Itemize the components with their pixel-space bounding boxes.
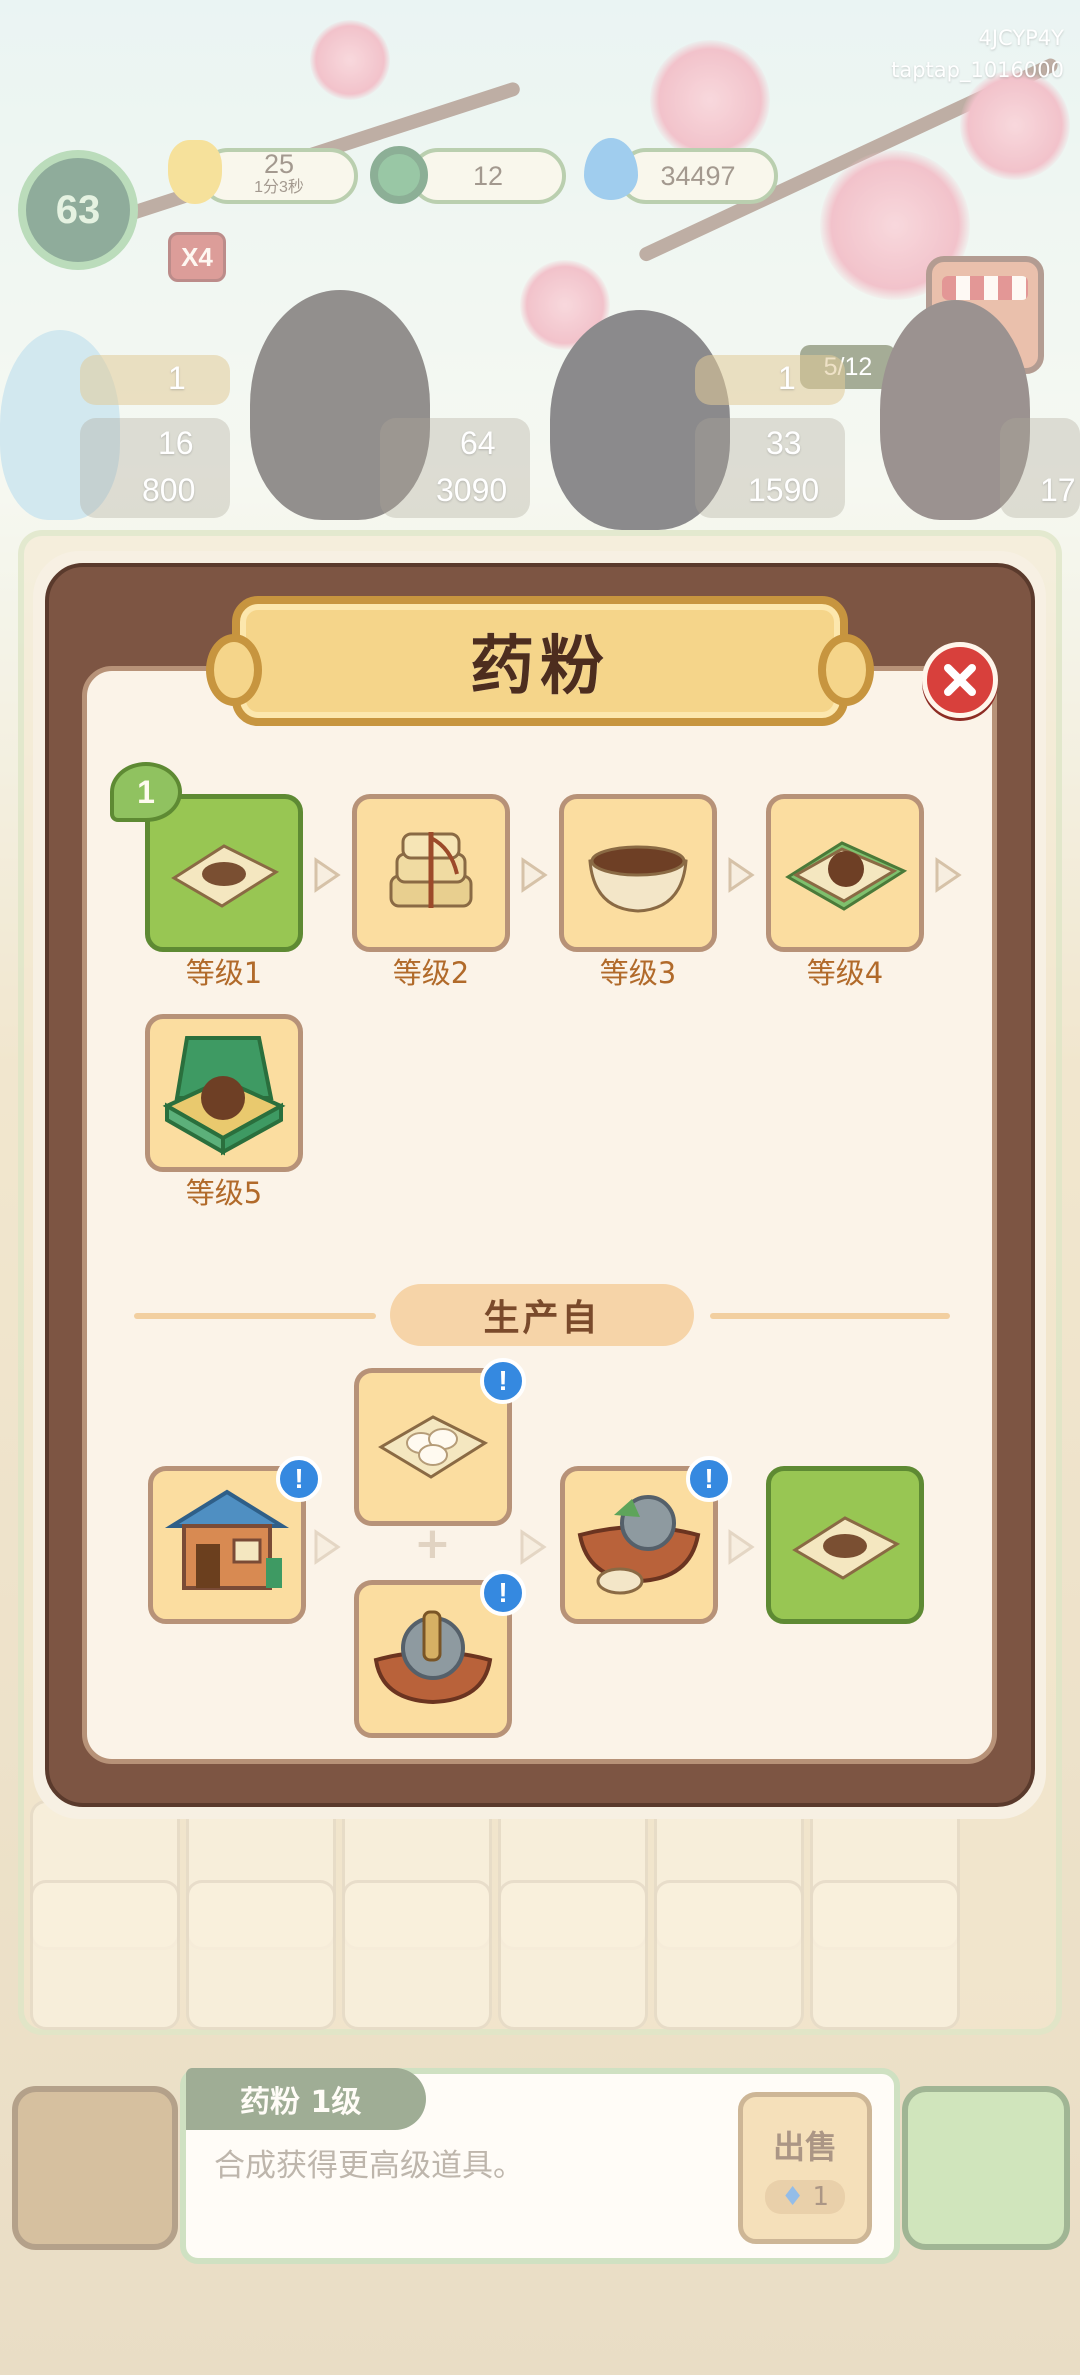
info-badge[interactable]: ! [480,1358,526,1404]
chain-label: 等级2 [392,956,470,990]
jade-box-pill-icon [162,1036,286,1156]
chain-label: 等级3 [599,956,677,990]
chain-label: 等级1 [185,956,263,990]
chain-label: 等级4 [806,956,884,990]
section-divider [134,1313,376,1319]
herb-grinder-icon [577,1495,701,1595]
chevron-right-icon [521,857,548,893]
powder-bowl-icon [588,845,688,913]
close-button[interactable] [922,642,998,718]
chain-item-level-5[interactable] [145,1014,303,1172]
pharmacy-building-icon [164,1489,290,1590]
chevron-right-icon [935,857,962,893]
info-badge[interactable]: ! [686,1456,732,1502]
chain-label: 等级5 [185,1176,263,1210]
white-seeds-paper-icon [378,1415,489,1479]
chain-item-level-2[interactable] [352,794,510,952]
close-icon [944,664,976,696]
chain-item-level-1[interactable] [145,794,303,952]
info-badge[interactable]: ! [480,1570,526,1616]
chevron-right-icon [520,1529,547,1565]
powder-paper-icon [171,844,280,908]
chevron-right-icon [314,1529,341,1565]
grinding-wheel-icon [373,1610,493,1705]
herb-pill-leaf-icon [785,841,908,911]
info-badge[interactable]: ! [276,1456,322,1502]
current-level-flag: 1 [110,762,182,822]
section-divider [710,1313,950,1319]
tied-herb-bundle-icon [389,832,473,908]
plus-icon: + [414,1518,451,1569]
current-level: 1 [137,773,155,810]
powder-paper-icon [792,1516,901,1580]
chevron-right-icon [728,1529,755,1565]
produced-from-title: 生产自 [483,1298,601,1339]
produced-from-header: 生产自 [390,1284,694,1346]
chain-item-level-3[interactable] [559,794,717,952]
modal-title: 药粉 [470,630,610,704]
chevron-right-icon [728,857,755,893]
modal-title-plate: 药粉 [206,596,874,726]
chain-item-level-4[interactable] [766,794,924,952]
result-tile[interactable] [766,1466,924,1624]
chevron-right-icon [314,857,341,893]
